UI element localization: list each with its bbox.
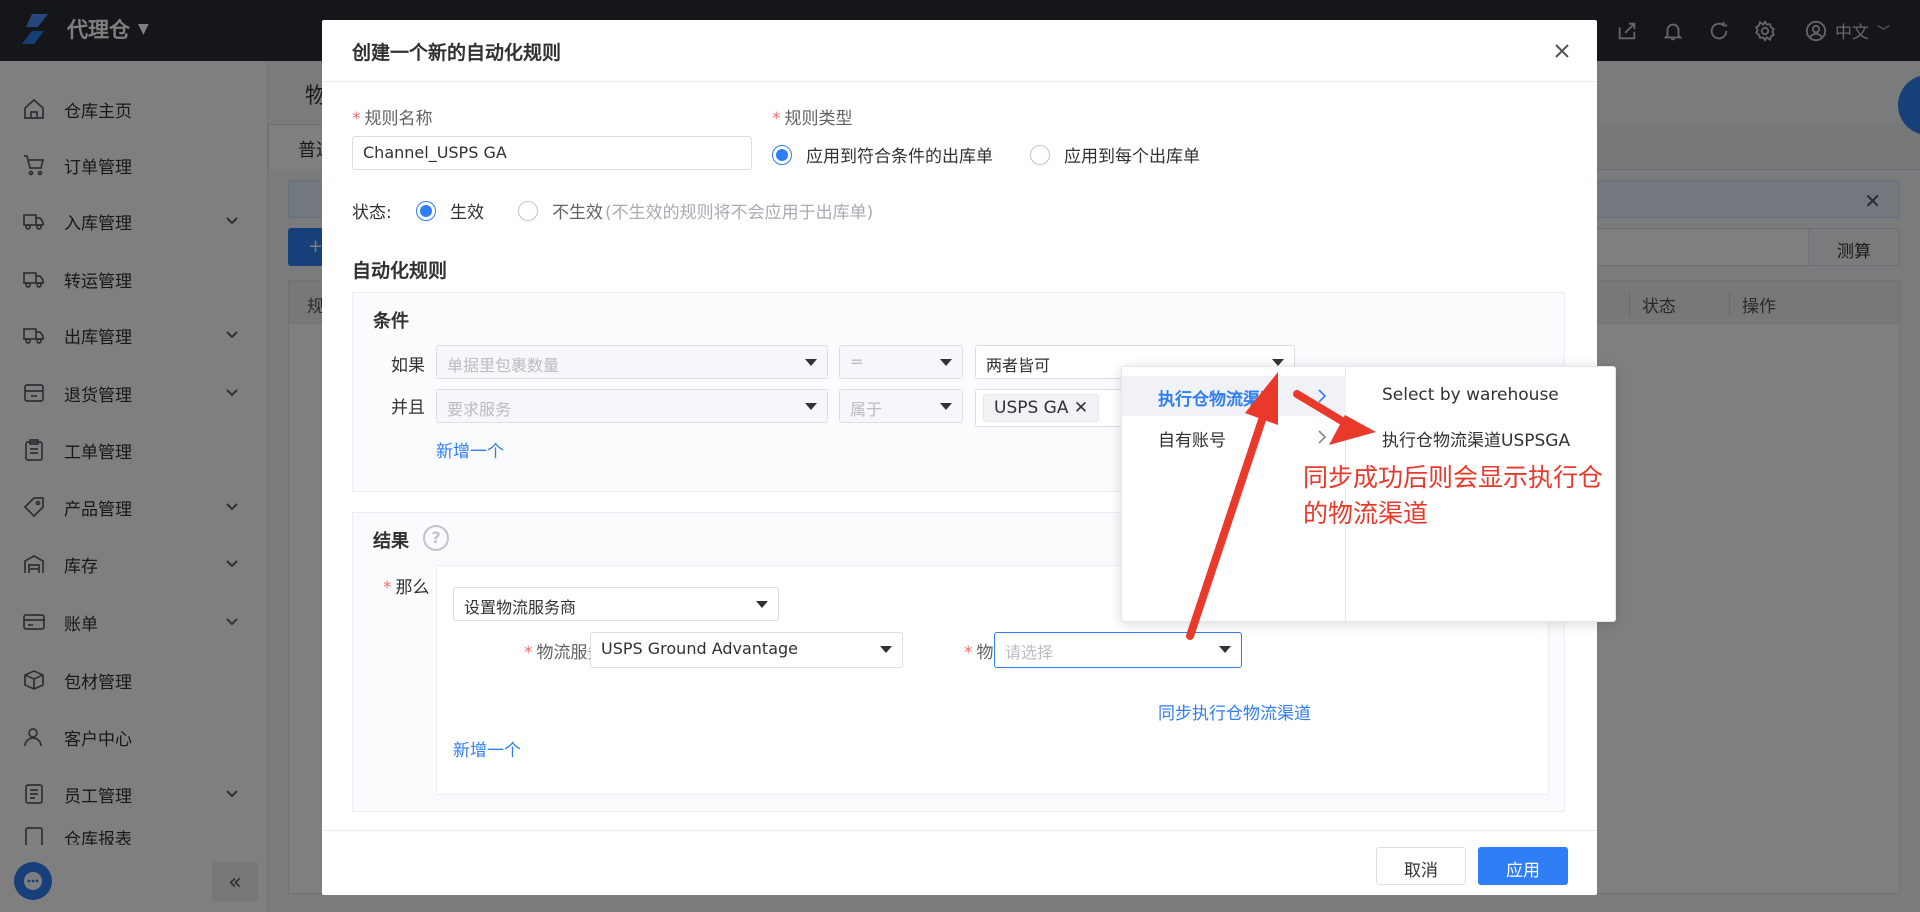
annotation-arrow xyxy=(1293,390,1376,445)
annotation-arrows xyxy=(1186,372,1376,640)
annotation-text: 同步成功后则会显示执行仓 的物流渠道 xyxy=(1303,463,1604,528)
annotation-arrow xyxy=(1186,372,1278,640)
